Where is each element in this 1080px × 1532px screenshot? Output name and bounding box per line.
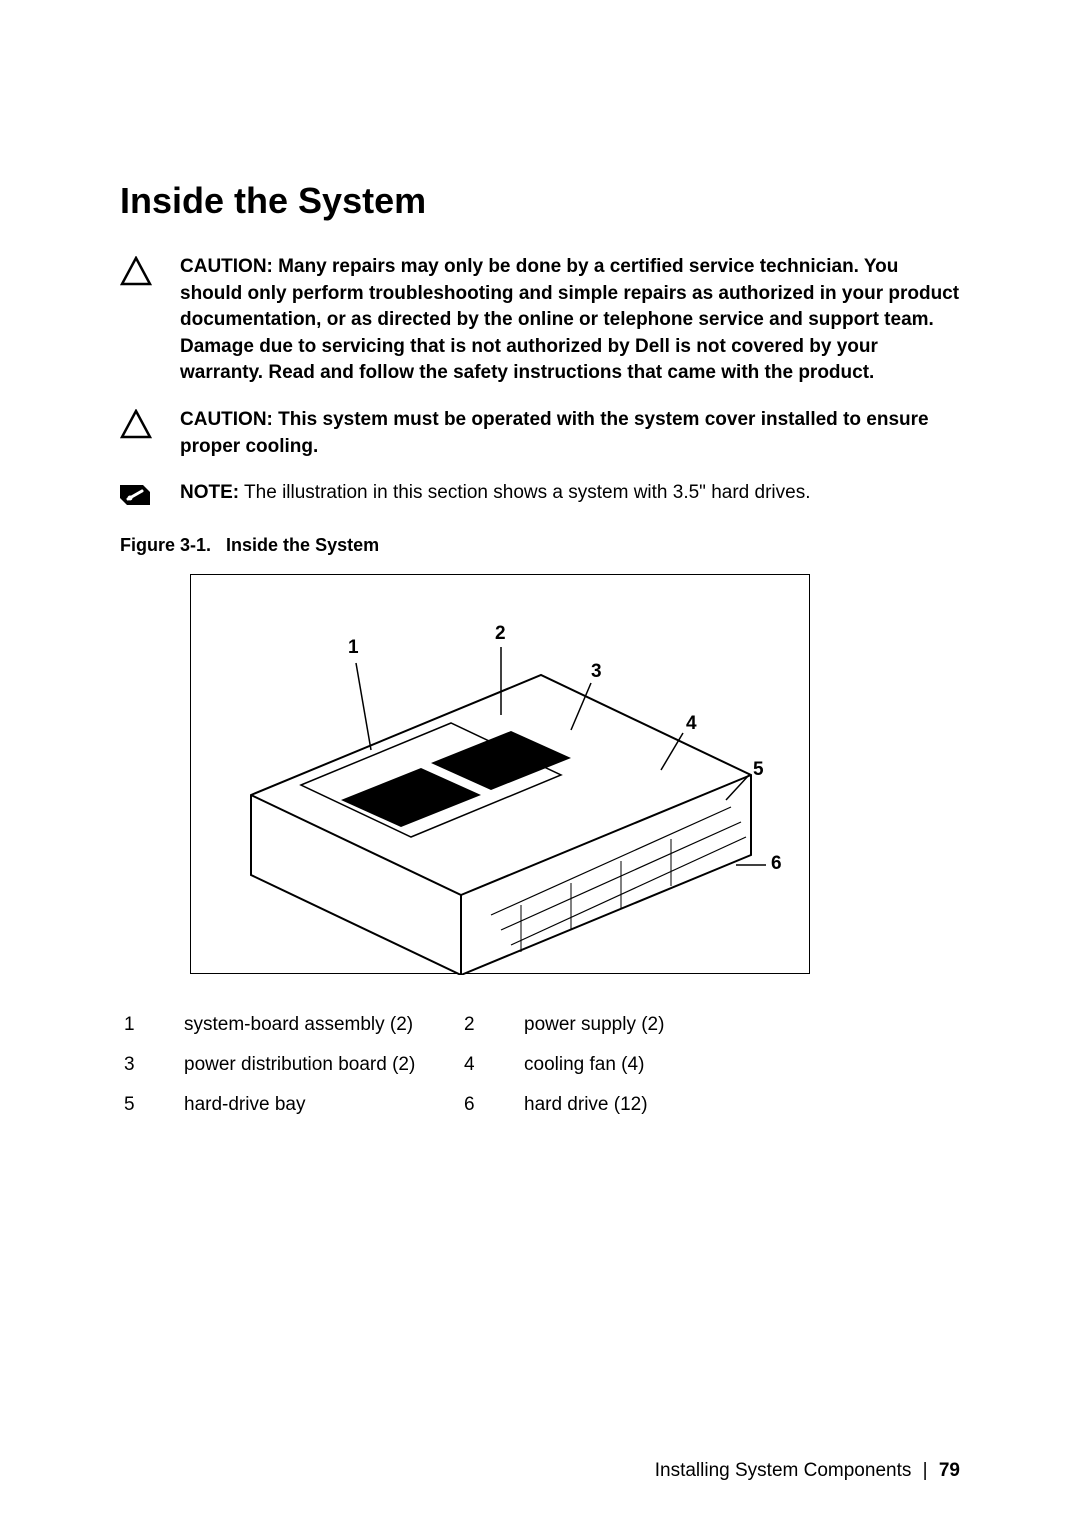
caution-body-text: Many repairs may only be done by a certi… bbox=[180, 256, 959, 383]
caution-block: CAUTION: Many repairs may only be done b… bbox=[120, 254, 960, 387]
caution-text: CAUTION: Many repairs may only be done b… bbox=[180, 254, 960, 387]
caution-body-text: This system must be operated with the sy… bbox=[180, 409, 929, 457]
caution-block: CAUTION: This system must be operated wi… bbox=[120, 407, 960, 460]
caution-text: CAUTION: This system must be operated wi… bbox=[180, 407, 960, 460]
legend-text: hard-drive bay bbox=[184, 1094, 444, 1116]
page-heading: Inside the System bbox=[120, 180, 960, 222]
figure-legend: 1 system-board assembly (2) 2 power supp… bbox=[120, 1014, 960, 1116]
legend-num: 1 bbox=[124, 1014, 164, 1036]
note-block: NOTE: The illustration in this section s… bbox=[120, 480, 960, 513]
figure-title: Inside the System bbox=[226, 535, 379, 555]
caution-label: CAUTION: bbox=[180, 256, 273, 277]
legend-text: hard drive (12) bbox=[524, 1094, 784, 1116]
diagram-label-1: 1 bbox=[348, 637, 359, 659]
legend-text: power distribution board (2) bbox=[184, 1054, 444, 1076]
footer-separator: | bbox=[923, 1460, 928, 1481]
legend-num: 2 bbox=[464, 1014, 504, 1036]
caution-icon bbox=[120, 254, 180, 291]
caution-label: CAUTION: bbox=[180, 409, 273, 430]
note-label: NOTE: bbox=[180, 482, 239, 503]
figure-number: Figure 3-1. bbox=[120, 535, 211, 555]
legend-num: 6 bbox=[464, 1094, 504, 1116]
legend-num: 4 bbox=[464, 1054, 504, 1076]
diagram-label-3: 3 bbox=[591, 661, 602, 683]
legend-text: power supply (2) bbox=[524, 1014, 784, 1036]
diagram-label-4: 4 bbox=[686, 713, 697, 735]
legend-text: cooling fan (4) bbox=[524, 1054, 784, 1076]
footer-page-number: 79 bbox=[939, 1460, 960, 1481]
caution-icon bbox=[120, 407, 180, 444]
page-footer: Installing System Components | 79 bbox=[655, 1460, 960, 1482]
diagram-label-6: 6 bbox=[771, 853, 782, 875]
note-icon bbox=[120, 480, 180, 513]
legend-text: system-board assembly (2) bbox=[184, 1014, 444, 1036]
figure-diagram: 1 2 3 4 5 6 bbox=[190, 574, 810, 974]
diagram-label-5: 5 bbox=[753, 759, 764, 781]
legend-num: 5 bbox=[124, 1094, 164, 1116]
footer-section: Installing System Components bbox=[655, 1460, 912, 1481]
note-text: NOTE: The illustration in this section s… bbox=[180, 480, 960, 507]
legend-num: 3 bbox=[124, 1054, 164, 1076]
diagram-label-2: 2 bbox=[495, 623, 506, 645]
note-body-text: The illustration in this section shows a… bbox=[244, 482, 810, 503]
figure-caption: Figure 3-1. Inside the System bbox=[120, 535, 960, 556]
